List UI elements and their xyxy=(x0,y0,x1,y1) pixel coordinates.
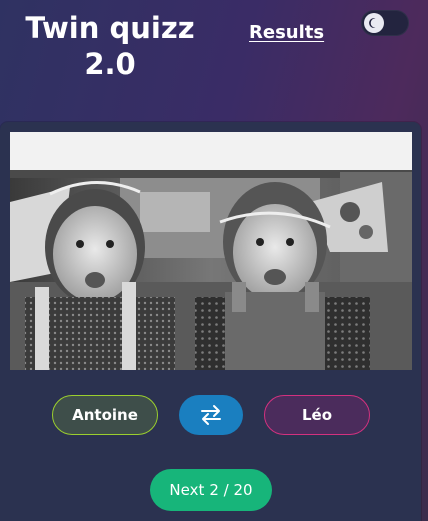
progress-counter: 2 / 20 xyxy=(209,481,253,499)
choice-label-antoine: Antoine xyxy=(72,406,138,424)
theme-toggle[interactable] xyxy=(361,10,409,36)
swap-button[interactable] xyxy=(179,395,243,435)
results-link[interactable]: Results xyxy=(249,22,324,43)
choice-label-leo: Léo xyxy=(301,406,333,424)
app-header: Twin quizz 2.0 Results xyxy=(0,0,428,122)
moon-icon xyxy=(364,13,384,33)
quiz-card: Antoine Léo Next 2 / 20 xyxy=(0,122,421,521)
page-title: Twin quizz 2.0 xyxy=(24,10,196,82)
title-line-1: Twin quizz xyxy=(25,11,195,45)
next-label: Next xyxy=(169,481,205,499)
next-button[interactable]: Next 2 / 20 xyxy=(150,469,272,511)
title-line-2: 2.0 xyxy=(84,47,136,81)
choice-button-leo[interactable]: Léo xyxy=(264,395,370,435)
twins-photo-image xyxy=(10,132,412,370)
choice-button-antoine[interactable]: Antoine xyxy=(52,395,158,435)
swap-arrows-icon xyxy=(201,405,221,425)
twins-photo xyxy=(10,132,412,370)
